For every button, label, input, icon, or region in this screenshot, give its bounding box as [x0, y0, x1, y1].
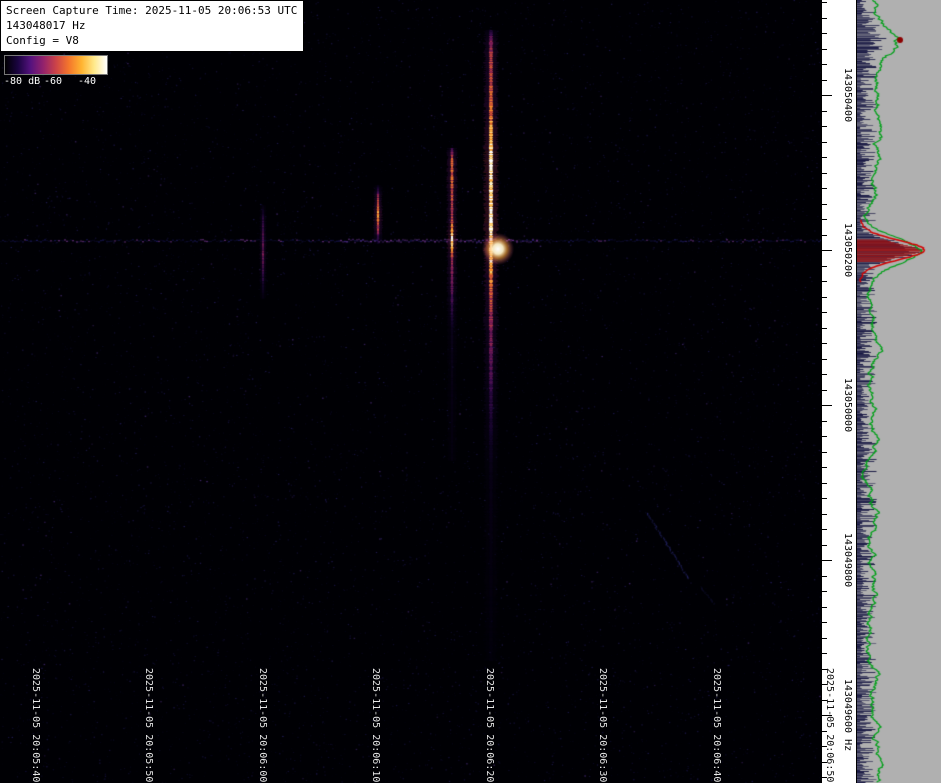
- frequency-minor-tick: [822, 436, 827, 437]
- live-spectrum-panel: [857, 0, 941, 783]
- frequency-minor-tick: [822, 482, 827, 484]
- frequency-minor-tick: [822, 79, 827, 81]
- waterfall-spectrogram-canvas: [0, 0, 821, 783]
- frequency-minor-tick: [822, 389, 827, 391]
- time-tick-label: 2025-11-05 20:06:20: [484, 668, 495, 783]
- frequency-minor-tick: [822, 591, 827, 592]
- time-tick-label: 2025-11-05 20:06:40: [711, 668, 722, 783]
- frequency-minor-tick: [822, 188, 827, 189]
- frequency-minor-tick: [822, 2, 827, 3]
- frequency-minor-tick: [822, 653, 827, 654]
- time-tick-label: 2025-11-05 20:06:50: [824, 668, 835, 783]
- frequency-minor-tick: [822, 64, 827, 65]
- frequency-minor-tick: [822, 529, 827, 530]
- frequency-minor-tick: [822, 575, 827, 577]
- frequency-minor-tick: [822, 544, 827, 546]
- time-tick-label: 2025-11-05 20:06:30: [597, 668, 608, 783]
- db-label-mid: -60: [44, 76, 63, 87]
- frequency-minor-tick: [822, 467, 827, 468]
- frequency-major-tick: [822, 560, 832, 561]
- frequency-minor-tick: [822, 420, 827, 422]
- frequency-tick-label: 143049800: [842, 532, 853, 588]
- frequency-minor-tick: [822, 296, 827, 298]
- frequency-minor-tick: [822, 374, 827, 375]
- time-tick-label: 2025-11-05 20:05:50: [143, 668, 154, 783]
- frequency-minor-tick: [822, 281, 827, 282]
- frequency-tick-label: 143050400: [842, 67, 853, 123]
- frequency-minor-tick: [822, 110, 827, 112]
- color-scale-legend: -80 dB -60 -40: [4, 55, 110, 88]
- frequency-minor-tick: [822, 312, 827, 313]
- frequency-minor-tick: [822, 33, 827, 34]
- frequency-minor-tick: [822, 451, 827, 453]
- frequency-minor-tick: [822, 358, 827, 360]
- frequency-minor-tick: [822, 17, 827, 19]
- frequency-minor-tick: [822, 637, 827, 639]
- db-gradient-bar: [4, 55, 108, 75]
- frequency-minor-tick: [822, 606, 827, 608]
- frequency-minor-tick: [822, 126, 827, 127]
- frequency-major-tick: [822, 250, 832, 251]
- config-text: Config = V8: [6, 34, 79, 47]
- center-frequency-text: 143048017 Hz: [6, 19, 86, 32]
- frequency-tick-label: 143050000: [842, 377, 853, 433]
- frequency-minor-tick: [822, 622, 827, 623]
- frequency-minor-tick: [822, 513, 827, 515]
- frequency-minor-tick: [822, 48, 827, 50]
- frequency-major-tick: [822, 405, 832, 406]
- frequency-minor-tick: [822, 203, 827, 205]
- frequency-minor-tick: [822, 157, 827, 158]
- frequency-minor-tick: [822, 327, 827, 329]
- time-tick-label: 2025-11-05 20:06:10: [370, 668, 381, 783]
- frequency-minor-tick: [822, 343, 827, 344]
- frequency-minor-tick: [822, 172, 827, 174]
- frequency-tick-label: 143050200: [842, 222, 853, 278]
- frequency-major-tick: [822, 95, 832, 96]
- frequency-axis-ruler: 143050400 143050200 143050000 143049800 1430…: [821, 0, 857, 783]
- time-tick-label: 2025-11-05 20:06:00: [257, 668, 268, 783]
- time-tick-label: 2025-11-05 20:05:40: [30, 668, 41, 783]
- frequency-minor-tick: [822, 141, 827, 143]
- spectrogram-screen: 143050400 143050200 143050000 143049800 1430…: [0, 0, 941, 783]
- frequency-minor-tick: [822, 265, 827, 267]
- db-scale-labels: -80 dB -60 -40: [4, 75, 110, 88]
- frequency-minor-tick: [822, 219, 827, 220]
- frequency-minor-tick: [822, 498, 827, 499]
- db-label-max: -40: [78, 76, 97, 87]
- db-label-min: -80 dB: [4, 76, 41, 87]
- capture-info-box: Screen Capture Time: 2025-11-05 20:06:53…: [0, 0, 305, 52]
- capture-time-text: Screen Capture Time: 2025-11-05 20:06:53…: [6, 4, 298, 17]
- frequency-tick-label: 143049600 Hz: [842, 678, 853, 752]
- frequency-minor-tick: [822, 234, 827, 236]
